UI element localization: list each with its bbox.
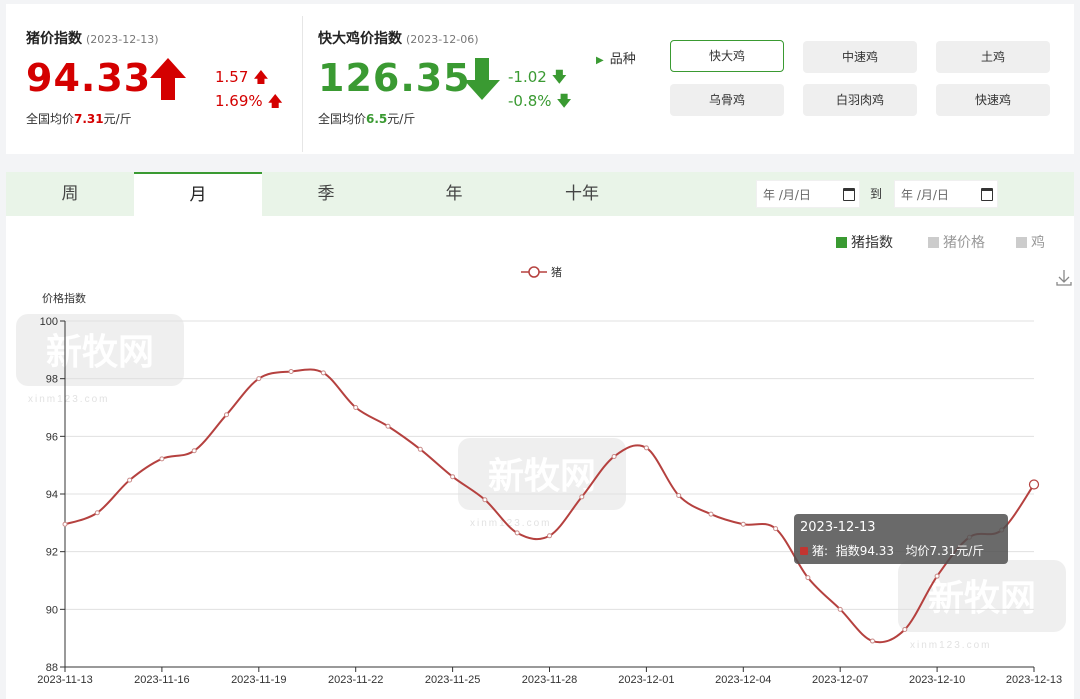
- x-tick-label: 2023-11-13: [37, 674, 92, 686]
- x-tick-label: 2023-12-01: [618, 674, 674, 686]
- x-tick-label: 2023-11-28: [522, 674, 577, 686]
- data-point: [320, 370, 326, 376]
- data-point: [417, 446, 423, 452]
- data-point: [579, 494, 585, 500]
- data-point: [740, 521, 746, 527]
- watermarks: 新牧网xinm123.com新牧网xinm123.com新牧网xinm123.c…: [16, 314, 1066, 651]
- watermark-text: 新牧网: [46, 331, 154, 372]
- data-point: [482, 497, 488, 503]
- data-point: [288, 368, 294, 374]
- watermark-text: 新牧网: [928, 577, 1036, 618]
- data-point: [256, 376, 262, 382]
- data-point: [611, 454, 617, 460]
- series-dot-icon: [800, 547, 808, 555]
- x-tick-label: 2023-12-04: [715, 674, 771, 686]
- data-point: [159, 456, 165, 462]
- data-point: [224, 412, 229, 418]
- x-tick-label: 2023-12-10: [909, 674, 965, 686]
- download-icon[interactable]: [1056, 270, 1072, 286]
- x-tick-label: 2023-11-22: [328, 674, 383, 686]
- y-tick-label: 88: [46, 662, 58, 674]
- y-tick-label: 100: [40, 316, 58, 328]
- tooltip-row: 猪: 指数94.33 均价7.31元/斤: [800, 542, 984, 559]
- watermark-text: 新牧网: [488, 455, 596, 496]
- y-tick-label: 96: [46, 431, 58, 443]
- legend-label: 猪: [551, 266, 562, 279]
- y-tick-label: 92: [46, 547, 58, 559]
- data-point: [708, 511, 714, 517]
- tooltip-date: 2023-12-13: [800, 520, 876, 535]
- data-point: [385, 423, 391, 429]
- data-point: [870, 638, 875, 644]
- data-point: [547, 533, 552, 539]
- watermark-sub: xinm123.com: [910, 640, 991, 651]
- x-tick-label: 2023-12-13: [1006, 674, 1062, 686]
- legend-marker: [528, 266, 540, 278]
- data-point: [127, 477, 133, 483]
- data-point: [837, 606, 843, 612]
- x-tick-label: 2023-11-25: [425, 674, 480, 686]
- data-point: [773, 526, 779, 532]
- data-point: [514, 530, 520, 536]
- watermark-sub: xinm123.com: [28, 394, 109, 405]
- data-point: [1028, 479, 1040, 490]
- data-point: [676, 492, 682, 498]
- data-point: [902, 627, 908, 633]
- data-point: [805, 575, 811, 581]
- y-tick-label: 90: [46, 604, 58, 616]
- chart-grid: [65, 320, 1034, 668]
- x-tick-label: 2023-11-19: [231, 674, 286, 686]
- data-point: [353, 405, 359, 410]
- data-point: [191, 448, 197, 454]
- data-point: [62, 521, 68, 527]
- data-point: [94, 510, 100, 516]
- chart-tooltip: 2023-12-13 猪: 指数94.33 均价7.31元/斤: [794, 514, 1008, 564]
- x-tick-label: 2023-11-16: [134, 674, 189, 686]
- x-tick-label: 2023-12-07: [812, 674, 868, 686]
- data-point: [450, 474, 456, 480]
- y-tick-label: 98: [46, 374, 58, 386]
- price-index-chart: 新牧网xinm123.com新牧网xinm123.com新牧网xinm123.c…: [16, 266, 1072, 686]
- y-axis-label: 价格指数: [42, 291, 86, 305]
- data-point: [643, 445, 649, 451]
- data-point: [934, 573, 940, 579]
- chart-legend[interactable]: 猪: [521, 266, 562, 279]
- y-tick-label: 94: [46, 489, 58, 501]
